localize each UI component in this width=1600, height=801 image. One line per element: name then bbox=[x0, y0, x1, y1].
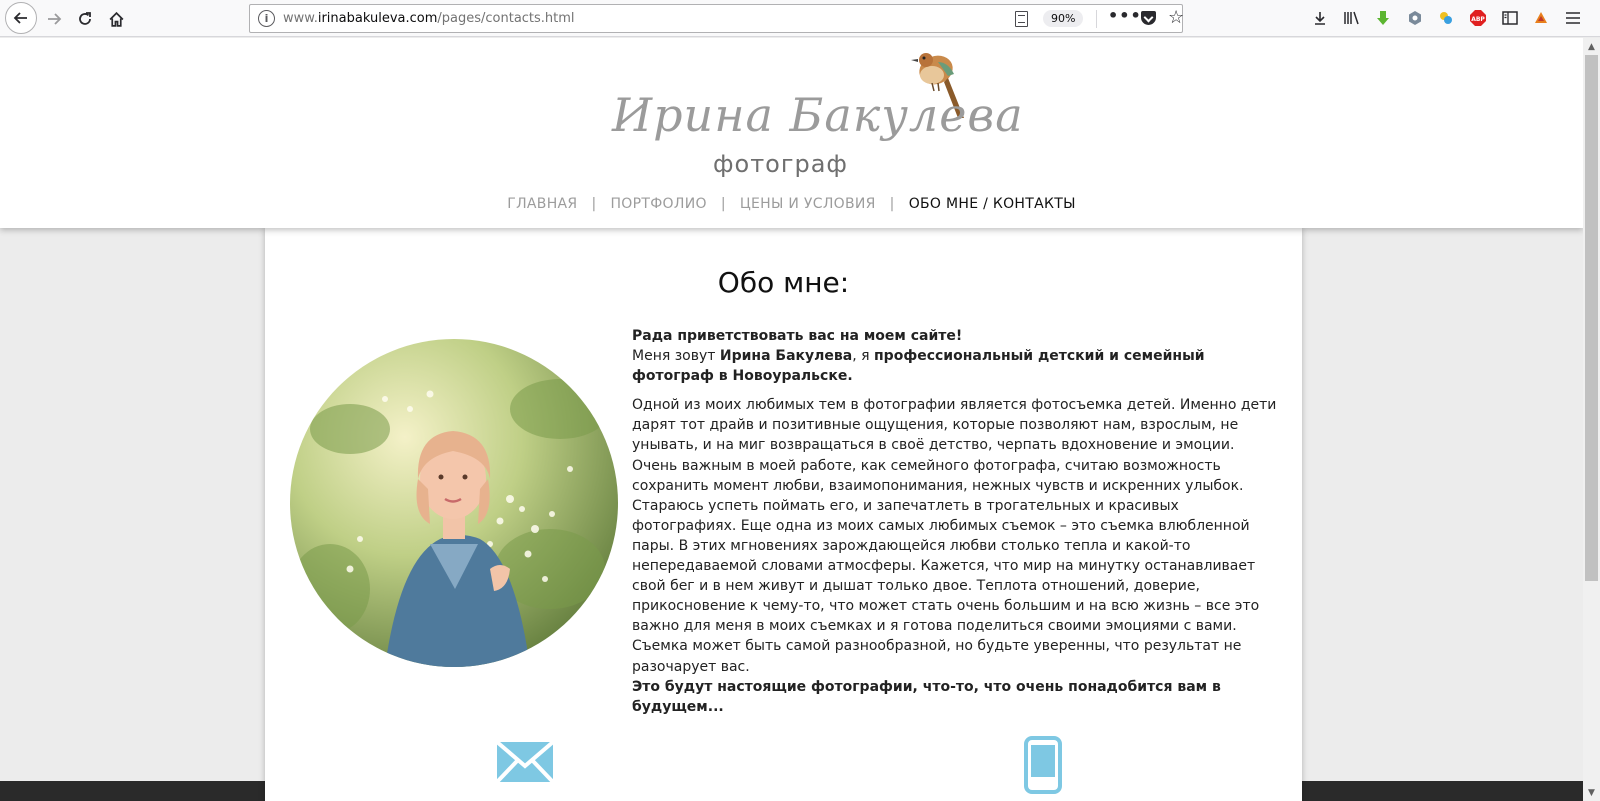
intro-text-2: , я bbox=[852, 348, 874, 365]
nav-item-home[interactable]: ГЛАВНАЯ bbox=[507, 196, 577, 212]
bookmark-star-icon[interactable]: ☆ bbox=[1168, 7, 1184, 28]
logo-name[interactable]: Ирина Бакулева bbox=[612, 88, 1024, 142]
site-header: Ирина Бакулева фотограф ГЛАВНАЯ | ПОРТФОЛИ… bbox=[0, 38, 1583, 228]
adblock-plus-icon[interactable]: ABP bbox=[1467, 7, 1489, 29]
nav-separator: | bbox=[720, 196, 726, 212]
translate-extension-icon[interactable] bbox=[1435, 7, 1457, 29]
scroll-up-arrow-icon[interactable]: ▲ bbox=[1583, 38, 1600, 55]
browser-toolbar: i www.irinabakuleva.com/pages/contacts.h… bbox=[0, 0, 1600, 37]
scroll-down-arrow-icon[interactable]: ▼ bbox=[1583, 784, 1600, 801]
intro-text-1: Меня зовут bbox=[632, 348, 720, 365]
url-divider bbox=[1096, 10, 1097, 28]
photographer-name: Ирина Бакулева bbox=[719, 348, 853, 365]
reload-icon[interactable] bbox=[70, 4, 100, 34]
content-card: Обо мне: Рада приветствовать вас на моем… bbox=[265, 228, 1302, 801]
mobile-phone-icon[interactable] bbox=[1024, 736, 1062, 794]
body-paragraph: Одной из моих любимых тем в фотографии я… bbox=[632, 397, 1277, 675]
sidebar-icon[interactable] bbox=[1499, 7, 1521, 29]
zoom-level-badge[interactable]: 90% bbox=[1043, 10, 1084, 27]
forward-arrow-icon[interactable] bbox=[39, 4, 69, 34]
nav-separator: | bbox=[889, 196, 895, 212]
firefox-extension-icon[interactable] bbox=[1530, 7, 1552, 29]
page-actions-icon[interactable]: ••• bbox=[1108, 6, 1142, 25]
about-text: Рада приветствовать вас на моем сайте! М… bbox=[632, 326, 1280, 717]
envelope-icon[interactable] bbox=[497, 742, 553, 782]
scroll-thumb[interactable] bbox=[1585, 55, 1598, 581]
intro-paragraph: Рада приветствовать вас на моем сайте! М… bbox=[632, 326, 1280, 386]
closing-text: Это будут настоящие фотографии, что-то, … bbox=[632, 678, 1221, 715]
url-text[interactable]: www.irinabakuleva.com/pages/contacts.htm… bbox=[283, 11, 575, 26]
menu-hamburger-icon[interactable] bbox=[1562, 7, 1584, 29]
save-from-net-icon[interactable] bbox=[1372, 7, 1394, 29]
pocket-icon[interactable] bbox=[1141, 11, 1156, 25]
greeting-text: Рада приветствовать вас на моем сайте! bbox=[632, 328, 963, 344]
site-info-icon[interactable]: i bbox=[258, 10, 275, 27]
download-icon[interactable] bbox=[1309, 7, 1331, 29]
reader-view-icon[interactable] bbox=[1015, 11, 1028, 27]
url-bar[interactable]: i www.irinabakuleva.com/pages/contacts.h… bbox=[249, 4, 1184, 33]
page-viewport: Ирина Бакулева фотограф ГЛАВНАЯ | ПОРТФОЛИ… bbox=[0, 38, 1583, 801]
nav-item-prices[interactable]: ЦЕНЫ И УСЛОВИЯ bbox=[740, 196, 876, 212]
nav-item-portfolio[interactable]: ПОРТФОЛИО bbox=[610, 196, 706, 212]
portrait-photo bbox=[290, 339, 618, 667]
home-icon[interactable] bbox=[101, 4, 131, 34]
logo-subtitle: фотограф bbox=[713, 150, 848, 178]
page-title: Обо мне: bbox=[717, 266, 850, 299]
library-icon[interactable] bbox=[1341, 7, 1363, 29]
svg-text:ABP: ABP bbox=[1471, 16, 1485, 23]
vpn-extension-icon[interactable] bbox=[1404, 7, 1426, 29]
back-arrow-icon[interactable] bbox=[5, 2, 37, 34]
main-navigation: ГЛАВНАЯ | ПОРТФОЛИО | ЦЕНЫ И УСЛОВИЯ | ОБО МНЕ… bbox=[0, 196, 1583, 212]
nav-item-about-contacts[interactable]: ОБО МНЕ / КОНТАКТЫ bbox=[909, 196, 1076, 212]
nav-separator: | bbox=[591, 196, 597, 212]
vertical-scrollbar[interactable]: ▲ ▼ bbox=[1583, 38, 1600, 801]
